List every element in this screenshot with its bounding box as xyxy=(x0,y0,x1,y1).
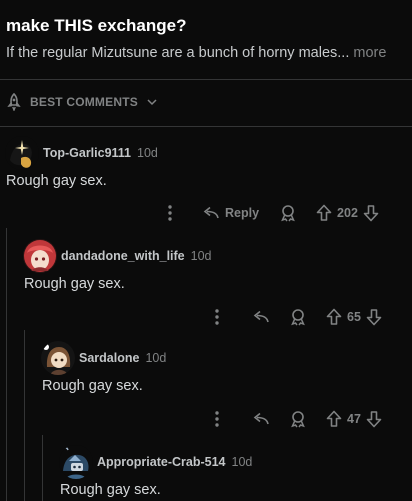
more-options-icon[interactable] xyxy=(213,410,221,428)
avatar[interactable] xyxy=(59,445,93,479)
comment-age: 10d xyxy=(231,455,253,469)
sort-label: BEST COMMENTS xyxy=(30,95,138,109)
vote-count: 202 xyxy=(337,206,358,220)
downvote-icon[interactable] xyxy=(363,204,379,222)
comment-age: 10d xyxy=(145,351,167,365)
downvote-icon[interactable] xyxy=(366,308,382,326)
comment-header: Top-Garlic9111 10d xyxy=(5,136,158,170)
chevron-down-icon xyxy=(147,98,157,106)
avatar[interactable] xyxy=(23,239,57,273)
sort-dropdown[interactable]: BEST COMMENTS xyxy=(6,92,157,112)
comment-actions: Reply 202 xyxy=(166,204,379,222)
comment-username[interactable]: Appropriate-Crab-514 xyxy=(97,455,226,469)
reply-arrow-icon[interactable] xyxy=(251,411,269,427)
comment-username[interactable]: dandadone_with_life xyxy=(61,249,185,263)
upvote-icon[interactable] xyxy=(326,308,342,326)
award-icon[interactable] xyxy=(279,204,297,222)
more-link[interactable]: more xyxy=(353,45,386,61)
avatar[interactable] xyxy=(41,341,75,375)
award-icon[interactable] xyxy=(289,410,307,428)
comment-body: Rough gay sex. xyxy=(42,378,143,394)
divider xyxy=(0,79,412,80)
rocket-icon xyxy=(6,93,22,111)
reply-arrow-icon[interactable] xyxy=(251,309,269,325)
divider xyxy=(0,126,412,127)
comment-body: Rough gay sex. xyxy=(6,173,107,189)
comment-username[interactable]: Sardalone xyxy=(79,351,139,365)
thread-line xyxy=(6,228,7,501)
vote-count: 65 xyxy=(347,310,361,324)
more-options-icon[interactable] xyxy=(166,204,174,222)
avatar[interactable] xyxy=(5,136,39,170)
comment-body: Rough gay sex. xyxy=(24,276,125,292)
more-options-icon[interactable] xyxy=(213,308,221,326)
comment-header: Sardalone 10d xyxy=(41,341,166,375)
comment-actions: 47 xyxy=(213,410,382,428)
vote-count: 47 xyxy=(347,412,361,426)
downvote-icon[interactable] xyxy=(366,410,382,428)
comment-age: 10d xyxy=(137,146,158,160)
comment-age: 10d xyxy=(190,249,212,263)
reply-arrow-icon xyxy=(201,205,219,221)
comment-header: dandadone_with_life 10d xyxy=(23,239,212,273)
award-icon[interactable] xyxy=(289,308,307,326)
thread-line xyxy=(42,435,43,501)
reply-button[interactable]: Reply xyxy=(201,205,259,221)
upvote-icon[interactable] xyxy=(326,410,342,428)
post-snippet-text: If the regular Mizutsune are a bunch of … xyxy=(6,45,350,61)
comment-header: Appropriate-Crab-514 10d xyxy=(59,445,252,479)
thread-line xyxy=(24,330,25,501)
post-snippet[interactable]: If the regular Mizutsune are a bunch of … xyxy=(6,45,386,61)
upvote-icon[interactable] xyxy=(316,204,332,222)
post-title[interactable]: make THIS exchange? xyxy=(6,16,186,36)
comment-body: Rough gay sex. xyxy=(60,482,161,498)
comment-actions: 65 xyxy=(213,308,382,326)
reply-label: Reply xyxy=(225,206,260,220)
comment-username[interactable]: Top-Garlic9111 xyxy=(43,146,131,160)
